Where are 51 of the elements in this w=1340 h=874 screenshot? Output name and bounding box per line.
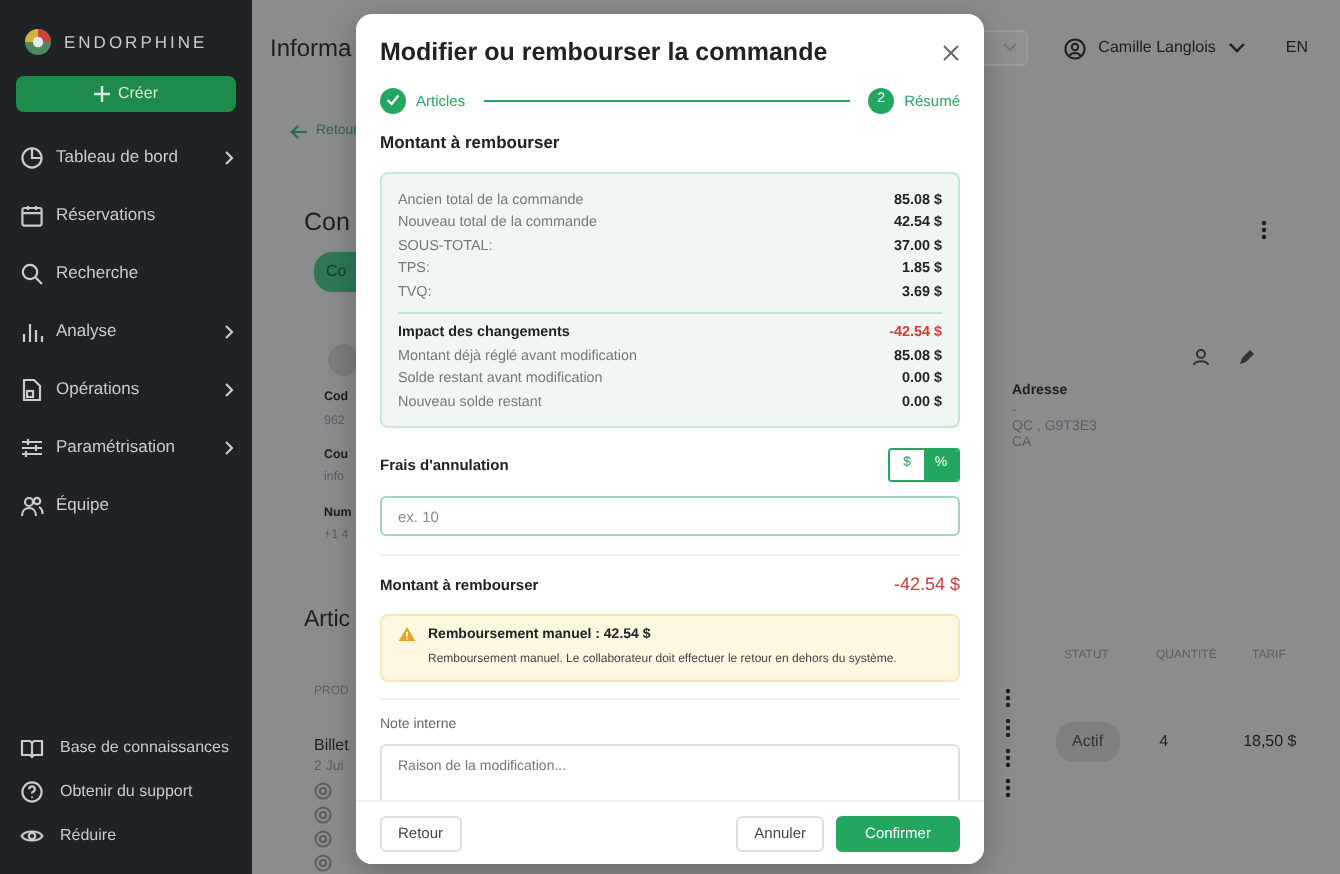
- sidebar-item[interactable]: Base de connaissances: [16, 726, 236, 770]
- modal-title: Modifier ou rembourser la commande: [380, 36, 828, 70]
- section-title: Con: [304, 205, 350, 240]
- page-title: Informa: [270, 32, 352, 67]
- sidebar-item[interactable]: Équipe: [16, 476, 236, 534]
- sidebar-item[interactable]: Réduire: [16, 814, 236, 858]
- close-button[interactable]: [942, 43, 960, 62]
- arrow-left-icon: [290, 124, 308, 141]
- user-menu[interactable]: Camille Langlois: [1098, 36, 1216, 61]
- sidebar-item[interactable]: Réservations: [16, 186, 236, 244]
- check-icon: [386, 94, 400, 107]
- more-icon[interactable]: [1260, 220, 1268, 241]
- pie-chart-icon: [20, 145, 44, 169]
- sidebar-item[interactable]: Opérations: [16, 360, 236, 418]
- user-icon: [1064, 37, 1087, 60]
- more-icon[interactable]: [1004, 777, 1012, 798]
- price-cell: 18,50 $: [1243, 730, 1297, 755]
- plus-icon: [93, 86, 110, 102]
- sidebar-item[interactable]: Tableau de bord: [16, 128, 236, 186]
- book-icon: [20, 736, 44, 760]
- sidebar-item[interactable]: Recherche: [16, 244, 236, 302]
- document-icon: [20, 377, 44, 401]
- calendar-icon: [20, 203, 44, 227]
- chevron-down-icon: [1002, 42, 1019, 55]
- refund-amount: -42.54 $: [893, 571, 960, 597]
- more-icon[interactable]: [1004, 687, 1012, 708]
- search-icon: [20, 261, 44, 285]
- chevron-down-icon[interactable]: [1227, 42, 1246, 55]
- pencil-icon[interactable]: [1238, 348, 1256, 367]
- brand-name: ENDORPHINE: [64, 29, 208, 55]
- sidebar-item[interactable]: Obtenir du support: [16, 770, 236, 814]
- section-title: Artic: [304, 606, 350, 637]
- bar-chart-icon: [20, 319, 44, 343]
- help-icon: [20, 780, 44, 804]
- warning-icon: [398, 626, 416, 642]
- language-link[interactable]: EN: [1285, 36, 1308, 61]
- logo-icon: [24, 28, 52, 56]
- people-icon: [20, 493, 44, 517]
- eye-icon: [20, 824, 44, 848]
- create-button[interactable]: Créer: [16, 76, 236, 112]
- sidebar-item[interactable]: Analyse: [16, 302, 236, 360]
- sliders-icon: [20, 435, 44, 459]
- status-chip: Actif: [1056, 722, 1120, 763]
- section-heading: Montant à rembourser: [380, 129, 562, 155]
- more-icon[interactable]: [1004, 747, 1012, 768]
- more-icon[interactable]: [1004, 717, 1012, 738]
- user-icon[interactable]: [1192, 348, 1210, 367]
- product-name: Billet: [314, 733, 351, 757]
- sidebar-item[interactable]: Paramétrisation: [16, 418, 236, 476]
- close-icon: [942, 43, 960, 62]
- quantity-cell-text: 4: [1159, 730, 1171, 755]
